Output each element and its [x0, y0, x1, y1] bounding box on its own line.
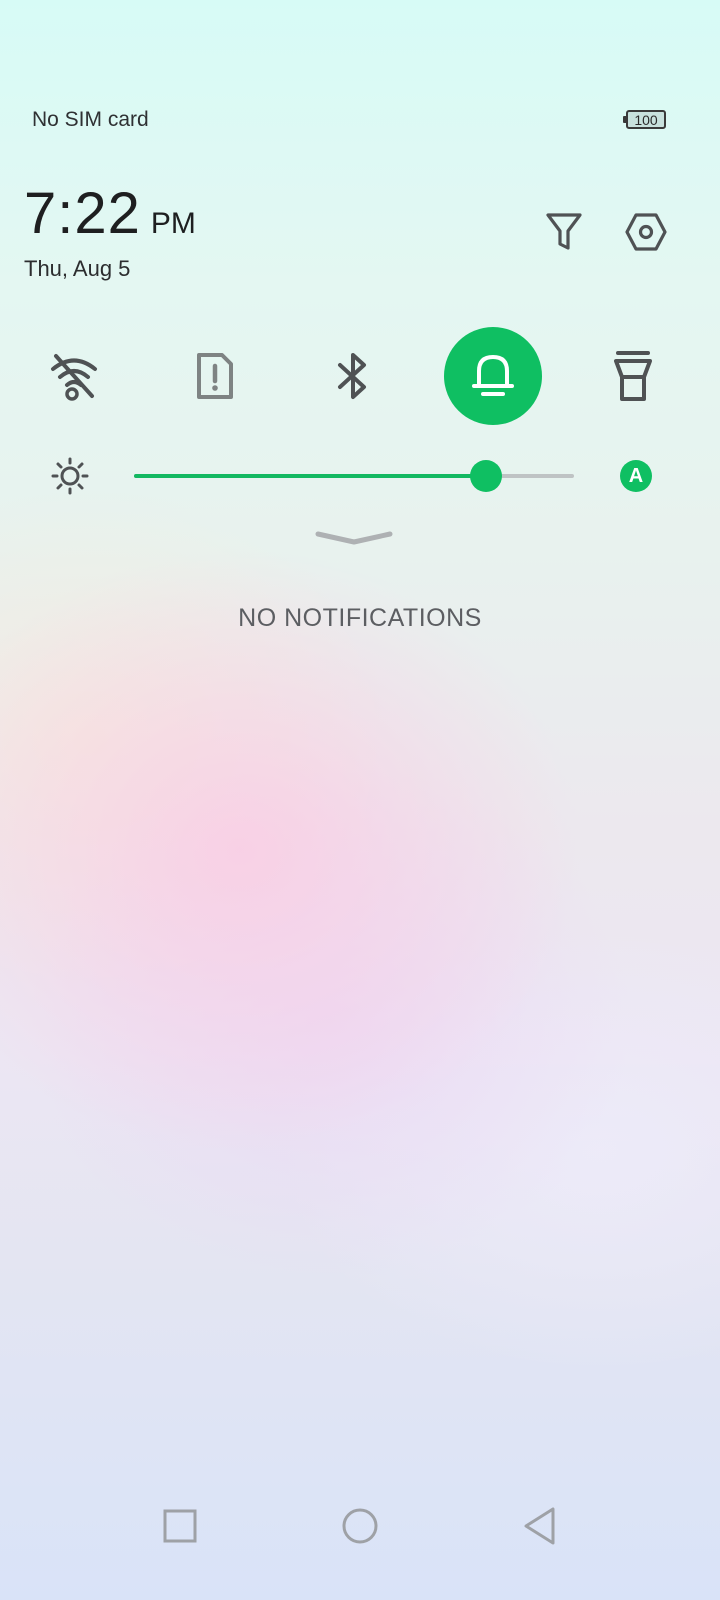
- expand-handle[interactable]: [314, 528, 394, 548]
- clock-ampm: PM: [150, 207, 196, 240]
- no-notifications-label: NO NOTIFICATIONS: [238, 604, 482, 632]
- filter-icon: [546, 213, 582, 250]
- brightness-slider-fill: [134, 474, 486, 478]
- bluetooth-icon: [338, 353, 366, 399]
- battery-indicator: 100: [623, 110, 666, 129]
- home-circle-icon: [342, 1508, 378, 1544]
- settings-button[interactable]: [622, 208, 670, 256]
- chevron-down-icon: [315, 531, 393, 545]
- clock-time: 7:22: [24, 181, 141, 246]
- wifi-toggle[interactable]: [25, 327, 123, 425]
- wifi-off-icon: [51, 354, 97, 401]
- filter-button[interactable]: [540, 208, 588, 256]
- date-label[interactable]: Thu, Aug 5: [24, 256, 130, 282]
- back-triangle-icon: [524, 1507, 555, 1545]
- home-button[interactable]: [330, 1496, 390, 1556]
- auto-brightness-button[interactable]: A: [620, 460, 652, 492]
- recents-button[interactable]: [150, 1496, 210, 1556]
- brightness-icon: [51, 457, 89, 495]
- carrier-status: No SIM card: [32, 108, 149, 131]
- sim-alert-icon: [197, 353, 233, 399]
- sound-toggle[interactable]: [444, 327, 542, 425]
- battery-level: 100: [634, 111, 658, 128]
- flashlight-toggle[interactable]: [584, 327, 682, 425]
- back-button[interactable]: [510, 1496, 570, 1556]
- clock[interactable]: 7:22 PM: [24, 180, 196, 247]
- bell-icon: [472, 355, 514, 396]
- brightness-slider-thumb[interactable]: [470, 460, 502, 492]
- settings-icon: [625, 213, 667, 251]
- mobile-data-toggle[interactable]: [166, 327, 264, 425]
- flashlight-icon: [614, 351, 652, 401]
- bluetooth-toggle[interactable]: [305, 327, 403, 425]
- recents-square-icon: [163, 1509, 197, 1543]
- brightness-button[interactable]: [50, 456, 90, 496]
- brightness-slider[interactable]: [134, 474, 574, 478]
